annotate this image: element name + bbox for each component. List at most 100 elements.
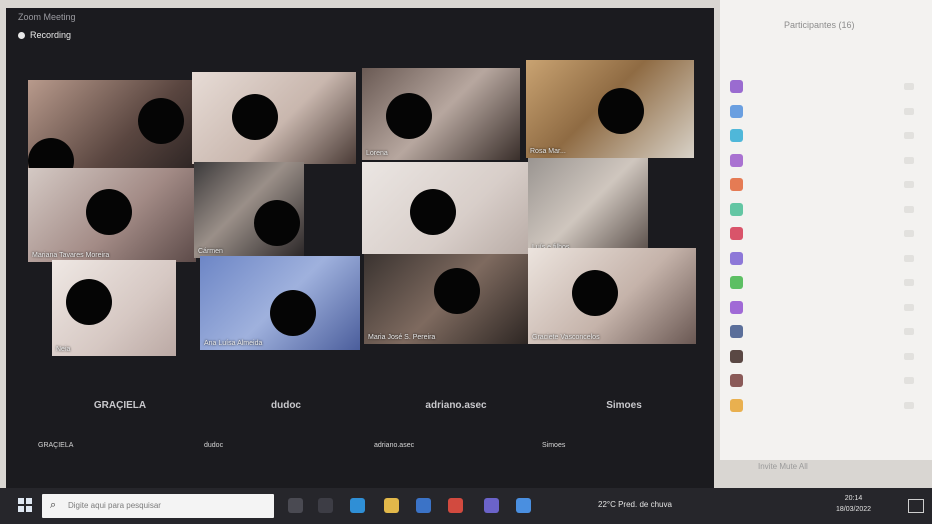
participant-avatar [730,349,743,363]
participant-row[interactable] [730,349,920,366]
face-redaction [232,94,278,140]
participant-avatar [730,178,743,191]
edge-icon[interactable] [350,498,365,513]
participant-avatar [730,153,743,167]
audio-tile-display-name: GRAÇIELA [93,400,147,411]
windows-tile-icon[interactable] [318,498,333,513]
teams-icon[interactable] [484,498,499,513]
face-redaction [386,93,432,139]
participant-row[interactable] [730,104,920,121]
participant-status-icon [904,279,914,286]
participant-name-label: Ana Luísa Almeida [204,340,263,347]
participant-status-icon [904,303,914,311]
participant-row[interactable] [730,178,920,194]
chrome-icon[interactable] [448,498,463,513]
clock-time: 20:14 [844,495,863,502]
panel-footer[interactable]: Invite Mute All [758,462,808,471]
start-button[interactable] [18,498,32,512]
participant-row[interactable] [730,227,920,243]
participant-name-label: Maria José S. Pereira [368,334,436,341]
participant-status-icon [904,230,914,237]
participant-row[interactable] [730,398,920,415]
participant-status-icon [904,132,914,139]
participant-avatar [730,325,743,338]
participant-status-icon [904,205,914,213]
participant-video-tile[interactable]: Rosa Mar... [526,60,694,158]
audio-only-tile[interactable]: GRAÇIELA GRAÇIELA [38,360,200,460]
face-redaction [598,88,644,134]
taskbar-search-box[interactable]: ⌕ Digite aqui para pesquisar [42,494,274,518]
participant-video-tile[interactable] [28,80,198,170]
zoom-meeting-window: Zoom Meeting Recording Lorena Rosa Mar...… [6,8,714,488]
audio-only-tile[interactable]: dudoc dudoc [204,360,366,460]
store-icon[interactable] [416,498,431,513]
audio-only-tile[interactable]: Simoes Simoes [542,360,704,460]
participant-status-icon [904,181,914,188]
participant-row[interactable] [730,153,920,170]
participant-avatar [730,202,743,216]
participant-video-tile[interactable]: Mariana Tavares Moreira [28,168,196,262]
participant-name-label: Cármen [198,248,223,255]
audio-tile-name-label: GRAÇIELA [38,442,74,449]
audio-tile-name-label: adriano.asec [374,442,415,449]
participant-avatar [730,80,743,93]
audio-tile-name-label: Simoes [542,442,566,449]
face-redaction [572,270,618,316]
weather-widget[interactable]: 22°C Pred. de chuva [598,500,672,509]
participant-status-icon [904,377,914,384]
participant-row[interactable] [730,276,920,292]
participant-name-label: Lorena [366,150,388,157]
participant-status-icon [904,328,914,335]
participant-row[interactable] [730,300,920,317]
participant-avatar [730,251,743,265]
participant-status-icon [904,156,914,164]
participant-row[interactable] [730,129,920,145]
face-redaction [410,189,456,235]
audio-only-tile[interactable]: adriano.asec adriano.asec [374,360,536,460]
video-feed [528,158,648,254]
clock[interactable]: 20:14 18/03/2022 [836,493,871,515]
participant-avatar [730,129,743,142]
participant-avatar [730,300,743,314]
participant-status-icon [904,254,914,262]
face-redaction [254,200,300,246]
participant-video-tile[interactable]: Cármen [194,162,304,258]
zoom-icon[interactable] [516,498,531,513]
participant-name-label: Rosa Mar... [530,148,566,155]
participant-video-tile[interactable]: Ana Luísa Almeida [200,256,360,350]
participant-row[interactable] [730,80,920,96]
taskbar: ⌕ Digite aqui para pesquisar 22°C Pred. … [0,488,932,524]
participant-status-icon [904,83,914,90]
participant-row[interactable] [730,325,920,341]
face-redaction [270,290,316,336]
participant-video-tile[interactable]: Graciete Vasconcelos [528,248,696,344]
participant-avatar [730,398,743,412]
participant-name-label: Graciete Vasconcelos [532,334,600,341]
participant-avatar [730,104,743,118]
face-redaction [434,268,480,314]
participant-row[interactable] [730,251,920,268]
audio-tile-display-name: dudoc [271,400,301,411]
video-grid: Lorena Rosa Mar... Mariana Tavares Moreira… [6,8,714,488]
face-redaction [66,279,112,325]
participant-video-tile[interactable]: Neia [52,260,176,356]
participant-video-tile[interactable] [362,162,528,254]
participant-name-label: Neia [56,346,71,353]
participant-video-tile[interactable]: Luís e filhos [528,158,648,254]
task-view-icon[interactable] [288,498,303,513]
participant-video-tile[interactable]: Maria José S. Pereira [364,254,530,344]
audio-tile-display-name: adriano.asec [425,400,487,411]
file-explorer-icon[interactable] [384,498,399,513]
participant-video-tile[interactable]: Lorena [362,68,520,160]
search-placeholder: Digite aqui para pesquisar [68,501,161,510]
audio-tile-display-name: Simoes [606,400,642,411]
participant-status-icon [904,107,914,115]
audio-tile-name-label: dudoc [204,442,224,449]
participants-title: Participantes (16) [784,20,855,30]
participant-row[interactable] [730,202,920,219]
notification-icon[interactable] [908,499,924,513]
participant-row[interactable] [730,374,920,390]
participants-panel: Participantes (16) [720,0,932,460]
participant-video-tile[interactable] [192,72,356,164]
participant-status-icon [904,401,914,409]
